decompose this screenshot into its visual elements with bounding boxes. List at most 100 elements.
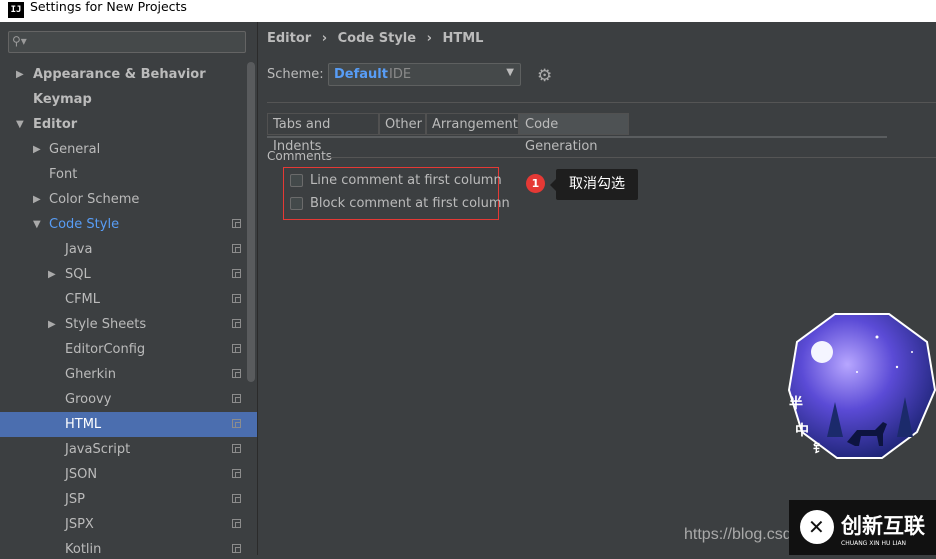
search-input[interactable]: ⚲▾ bbox=[8, 31, 246, 53]
sidebar-item-sql[interactable]: ▶ SQL bbox=[0, 262, 257, 287]
avatar-char-3: 钅 bbox=[813, 440, 825, 455]
line-comment-label[interactable]: Line comment at first column bbox=[310, 172, 502, 190]
scheme-sub: IDE bbox=[389, 67, 412, 82]
tab-arrangement[interactable]: Arrangement bbox=[426, 113, 519, 135]
copy-scheme-icon bbox=[232, 294, 241, 303]
copy-scheme-icon bbox=[232, 444, 241, 453]
sidebar-item-html[interactable]: HTML bbox=[0, 412, 257, 437]
sidebar-item-jspx[interactable]: JSPX bbox=[0, 512, 257, 537]
sidebar-scrollbar[interactable] bbox=[247, 62, 255, 382]
block-comment-label[interactable]: Block comment at first column bbox=[310, 195, 510, 213]
scheme-label: Scheme: bbox=[267, 67, 324, 82]
sidebar-item-label: JSON bbox=[65, 467, 98, 482]
copy-scheme-icon bbox=[232, 219, 241, 228]
brand-logo: ✕ 创新互联 CHUANG XIN HU LIAN bbox=[789, 500, 936, 555]
expand-right-icon[interactable]: ▶ bbox=[48, 312, 56, 337]
sidebar-item-editorconfig[interactable]: EditorConfig bbox=[0, 337, 257, 362]
copy-scheme-icon bbox=[232, 344, 241, 353]
star-shape bbox=[895, 365, 899, 369]
sidebar-item-label: Appearance & Behavior bbox=[33, 67, 206, 82]
tab-underline bbox=[267, 136, 887, 138]
star-shape bbox=[875, 335, 879, 339]
copy-scheme-icon bbox=[232, 244, 241, 253]
sidebar-item-code-style[interactable]: ▼ Code Style bbox=[0, 212, 257, 237]
expand-right-icon[interactable]: ▶ bbox=[48, 262, 56, 287]
sidebar-item-label: Gherkin bbox=[65, 367, 117, 382]
comments-group-label: Comments bbox=[267, 149, 333, 163]
sidebar-item-label: Editor bbox=[33, 117, 78, 132]
step-badge: 1 bbox=[526, 174, 545, 193]
sidebar-item-javascript[interactable]: JavaScript bbox=[0, 437, 257, 462]
sidebar-item-label: CFML bbox=[65, 292, 101, 307]
breadcrumb-html: HTML bbox=[442, 31, 484, 46]
sidebar-item-json[interactable]: JSON bbox=[0, 462, 257, 487]
expand-right-icon[interactable]: ▶ bbox=[33, 137, 41, 162]
sidebar-item-gherkin[interactable]: Gherkin bbox=[0, 362, 257, 387]
sidebar-item-label: General bbox=[49, 142, 101, 157]
tab-code-generation[interactable]: Code Generation bbox=[519, 113, 629, 154]
logo-mark: ✕ bbox=[808, 515, 825, 539]
scheme-value: Default bbox=[334, 67, 388, 82]
sidebar-item-appearance-behavior[interactable]: ▶ Appearance & Behavior bbox=[0, 62, 257, 87]
sidebar-item-keymap[interactable]: Keymap bbox=[0, 87, 257, 112]
avatar-image: 半 中 钅 bbox=[787, 313, 936, 459]
scheme-dropdown[interactable]: Default IDE ▼ bbox=[328, 63, 521, 86]
tab-other[interactable]: Other bbox=[379, 113, 426, 135]
avatar-char-2: 中 bbox=[795, 422, 809, 439]
expand-right-icon[interactable]: ▶ bbox=[33, 187, 41, 212]
sidebar-item-color-scheme[interactable]: ▶ Color Scheme bbox=[0, 187, 257, 212]
sidebar-item-general[interactable]: ▶ General bbox=[0, 137, 257, 162]
copy-scheme-icon bbox=[232, 469, 241, 478]
title-bar: IJ Settings for New Projects bbox=[0, 0, 936, 22]
tab-tabs-and-indents[interactable]: Tabs and Indents bbox=[267, 113, 379, 154]
sidebar-item-font[interactable]: Font bbox=[0, 162, 257, 187]
expand-down-icon[interactable]: ▼ bbox=[16, 112, 24, 137]
star-shape bbox=[856, 371, 858, 373]
avatar-char-1: 半 bbox=[789, 395, 803, 412]
sidebar-item-label: Kotlin bbox=[65, 542, 102, 555]
settings-tree: ▶ Appearance & Behavior Keymap ▼ Editor ▶ Gene… bbox=[0, 62, 257, 555]
sidebar-item-editor[interactable]: ▼ Editor bbox=[0, 112, 257, 137]
sidebar-item-label: EditorConfig bbox=[65, 342, 146, 357]
sidebar-item-jsp[interactable]: JSP bbox=[0, 487, 257, 512]
breadcrumb-editor: Editor bbox=[267, 31, 312, 46]
sidebar-item-label: Font bbox=[49, 167, 78, 182]
moon-shape bbox=[811, 341, 833, 363]
window-title: Settings for New Projects bbox=[30, 0, 187, 14]
sidebar-item-cfml[interactable]: CFML bbox=[0, 287, 257, 312]
copy-scheme-icon bbox=[232, 419, 241, 428]
comments-group-line bbox=[328, 157, 936, 158]
copy-scheme-icon bbox=[232, 269, 241, 278]
star-shape bbox=[911, 351, 913, 353]
copy-scheme-icon bbox=[232, 394, 241, 403]
breadcrumb: Editor › Code Style › HTML bbox=[267, 31, 489, 46]
expand-right-icon[interactable]: ▶ bbox=[16, 62, 24, 87]
sidebar-item-label: Style Sheets bbox=[65, 317, 147, 332]
line-comment-checkbox[interactable] bbox=[290, 174, 303, 187]
logo-subtext: CHUANG XIN HU LIAN bbox=[841, 540, 906, 547]
sidebar-item-kotlin[interactable]: Kotlin bbox=[0, 537, 257, 555]
brand-logo-graphic: ✕ 创新互联 CHUANG XIN HU LIAN bbox=[800, 510, 925, 547]
gear-icon[interactable]: ⚙ bbox=[537, 66, 552, 86]
sidebar-item-groovy[interactable]: Groovy bbox=[0, 387, 257, 412]
intellij-app-icon: IJ bbox=[8, 2, 24, 18]
breadcrumb-separator: › bbox=[426, 31, 432, 46]
copy-scheme-icon bbox=[232, 519, 241, 528]
sidebar-item-style-sheets[interactable]: ▶ Style Sheets bbox=[0, 312, 257, 337]
sidebar-item-label: Keymap bbox=[33, 92, 92, 107]
annotation-tooltip: 取消勾选 bbox=[550, 169, 638, 200]
breadcrumb-separator: › bbox=[321, 31, 328, 46]
logo-text: 创新互联 bbox=[840, 514, 925, 538]
sidebar-item-label: JavaScript bbox=[65, 442, 131, 457]
block-comment-checkbox[interactable] bbox=[290, 197, 303, 210]
main-panel: Editor › Code Style › HTML Scheme: Defau… bbox=[258, 22, 936, 555]
separator-line bbox=[267, 102, 936, 103]
sidebar-item-label: Groovy bbox=[65, 392, 112, 407]
sidebar-item-java[interactable]: Java bbox=[0, 237, 257, 262]
avatar-frame bbox=[787, 313, 936, 459]
breadcrumb-code-style: Code Style bbox=[337, 31, 417, 46]
expand-down-icon[interactable]: ▼ bbox=[33, 212, 41, 237]
search-icon: ⚲▾ bbox=[12, 34, 27, 48]
sidebar-item-label: JSPX bbox=[65, 517, 94, 532]
copy-scheme-icon bbox=[232, 369, 241, 378]
